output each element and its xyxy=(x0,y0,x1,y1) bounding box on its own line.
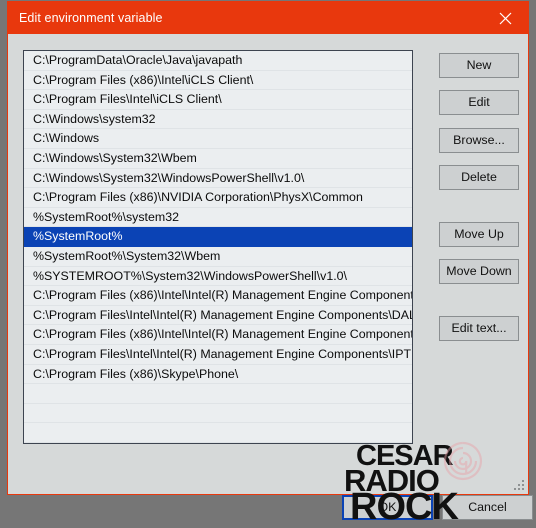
list-item-empty[interactable] xyxy=(24,404,412,424)
ok-button[interactable]: OK xyxy=(342,495,433,520)
list-item[interactable]: C:\ProgramData\Oracle\Java\javapath xyxy=(24,51,412,71)
edit-text-button[interactable]: Edit text... xyxy=(439,316,519,341)
path-list[interactable]: C:\ProgramData\Oracle\Java\javapath C:\Pr… xyxy=(23,50,413,444)
list-item[interactable]: C:\Windows xyxy=(24,129,412,149)
list-item-empty[interactable] xyxy=(24,423,412,443)
watermark-line-2: RADIO xyxy=(344,463,440,498)
cancel-button[interactable]: Cancel xyxy=(442,495,533,520)
list-item[interactable]: C:\Windows\System32\WindowsPowerShell\v1… xyxy=(24,169,412,189)
title-bar: Edit environment variable xyxy=(8,2,528,34)
list-item-empty[interactable] xyxy=(24,384,412,404)
list-item[interactable]: C:\Program Files\Intel\iCLS Client\ xyxy=(24,90,412,110)
delete-button[interactable]: Delete xyxy=(439,165,519,190)
list-item[interactable]: C:\Program Files (x86)\Intel\Intel(R) Ma… xyxy=(24,325,412,345)
browse-button[interactable]: Browse... xyxy=(439,128,519,153)
list-item[interactable]: C:\Windows\System32\Wbem xyxy=(24,149,412,169)
close-icon xyxy=(499,12,512,25)
new-button[interactable]: New xyxy=(439,53,519,78)
list-item[interactable]: C:\Program Files (x86)\NVIDIA Corporatio… xyxy=(24,188,412,208)
edit-button[interactable]: Edit xyxy=(439,90,519,115)
list-item[interactable]: C:\Program Files (x86)\Intel\Intel(R) Ma… xyxy=(24,286,412,306)
list-item[interactable]: %SystemRoot%\system32 xyxy=(24,208,412,228)
edit-environment-variable-dialog: Edit environment variable C:\ProgramData… xyxy=(7,1,533,526)
move-down-button[interactable]: Move Down xyxy=(439,259,519,284)
move-up-button[interactable]: Move Up xyxy=(439,222,519,247)
list-item[interactable]: %SYSTEMROOT%\System32\WindowsPowerShell\… xyxy=(24,267,412,287)
resize-grip[interactable] xyxy=(513,479,525,491)
close-button[interactable] xyxy=(483,2,528,34)
list-item[interactable]: C:\Program Files (x86)\Intel\iCLS Client… xyxy=(24,71,412,91)
window-title: Edit environment variable xyxy=(19,11,163,25)
watermark-line-1: CESAR xyxy=(356,440,454,472)
spiral-logo-icon xyxy=(442,440,484,482)
dialog-body: C:\ProgramData\Oracle\Java\javapath C:\Pr… xyxy=(8,34,533,526)
list-item[interactable]: C:\Windows\system32 xyxy=(24,110,412,130)
list-item[interactable]: C:\Program Files (x86)\Skype\Phone\ xyxy=(24,365,412,385)
list-item[interactable]: C:\Program Files\Intel\Intel(R) Manageme… xyxy=(24,306,412,326)
list-item[interactable]: C:\Program Files\Intel\Intel(R) Manageme… xyxy=(24,345,412,365)
list-item[interactable]: %SystemRoot% xyxy=(24,227,412,247)
list-item[interactable]: %SystemRoot%\System32\Wbem xyxy=(24,247,412,267)
